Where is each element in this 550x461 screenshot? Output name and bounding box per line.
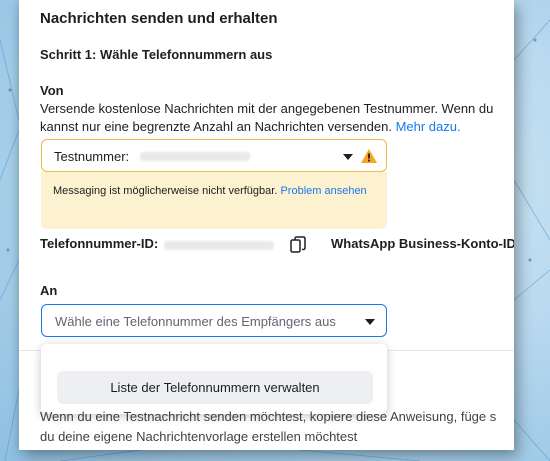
warning-triangle-icon xyxy=(361,149,377,163)
manage-phone-numbers-button[interactable]: Liste der Telefonnummern verwalten xyxy=(57,371,373,404)
phone-number-id-label: Telefonnummer-ID: xyxy=(40,236,159,251)
view-problem-link[interactable]: Problem ansehen xyxy=(280,185,366,197)
from-description-line-2: kannst nur eine begrenzte Anzahl an Nach… xyxy=(40,118,493,136)
caret-down-icon xyxy=(365,319,375,325)
step-1-heading: Schritt 1: Wähle Telefonnummern aus xyxy=(40,47,273,62)
from-description-text: kannst nur eine begrenzte Anzahl an Nach… xyxy=(40,119,392,134)
instruction-line-1: Wenn du eine Testnachricht senden möchte… xyxy=(40,409,497,424)
copy-icon[interactable] xyxy=(290,236,306,254)
send-receive-panel: Nachrichten senden und erhalten Schritt … xyxy=(19,0,514,450)
to-label: An xyxy=(40,283,58,298)
instruction-text: Wenn du eine Testnachricht senden möchte… xyxy=(40,407,496,447)
recipient-number-select[interactable]: Wähle eine Telefonnummer des Empfängers … xyxy=(41,304,387,337)
caret-down-icon xyxy=(343,154,353,160)
from-label: Von xyxy=(40,83,64,98)
from-description-line-1: Versende kostenlose Nachrichten mit der … xyxy=(40,101,494,116)
whatsapp-business-account-id-label: WhatsApp Business-Konto-ID: xyxy=(331,236,514,251)
page-title: Nachrichten senden und erhalten xyxy=(40,10,278,27)
redacted-test-number xyxy=(140,152,250,161)
test-number-label: Testnummer: xyxy=(54,149,130,164)
from-number-select[interactable]: Testnummer: xyxy=(41,139,387,172)
from-description: Versende kostenlose Nachrichten mit der … xyxy=(40,100,493,136)
instruction-line-2: du deine eigene Nachrichtenvorlage erste… xyxy=(40,429,358,444)
redacted-phone-number-id xyxy=(164,241,274,250)
warning-message: Messaging ist möglicherweise nicht verfü… xyxy=(53,183,373,200)
recipient-placeholder: Wähle eine Telefonnummer des Empfängers … xyxy=(55,314,336,329)
more-info-link[interactable]: Mehr dazu. xyxy=(396,119,461,134)
messaging-warning-box: Messaging ist möglicherweise nicht verfü… xyxy=(41,172,387,229)
recipient-dropdown-menu: Liste der Telefonnummern verwalten xyxy=(41,344,387,414)
warning-text: Messaging ist möglicherweise nicht verfü… xyxy=(53,185,278,197)
